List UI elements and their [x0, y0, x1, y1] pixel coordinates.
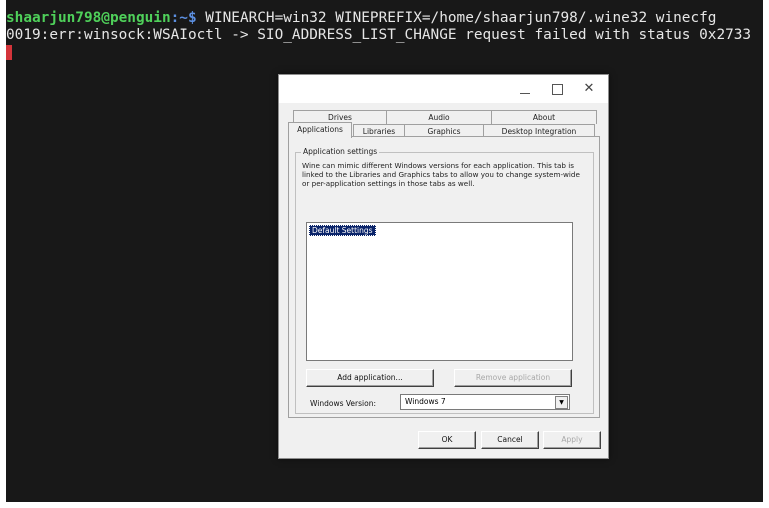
tab-applications-label: Applications	[297, 125, 343, 134]
terminal-command-line: shaarjun798@penguin:~$ WINEARCH=win32 WI…	[6, 9, 716, 27]
minimize-icon	[520, 93, 530, 94]
application-list[interactable]: Default Settings	[306, 222, 573, 361]
tab-about-label: About	[532, 113, 556, 122]
tab-audio-label: Audio	[428, 113, 450, 122]
maximize-button[interactable]	[547, 79, 567, 99]
apply-button[interactable]: Apply	[543, 431, 601, 449]
windows-version-select[interactable]: Windows 7 ▼	[400, 394, 570, 410]
remove-application-button[interactable]: Remove application	[454, 369, 572, 387]
tab-drives-label: Drives	[328, 113, 352, 122]
tab-applications[interactable]: Applications	[288, 122, 352, 138]
terminal-command: WINEARCH=win32 WINEPREFIX=/home/shaarjun…	[196, 10, 717, 26]
windows-version-value: Windows 7	[405, 397, 446, 406]
description-text: Wine can mimic different Windows version…	[302, 161, 580, 188]
close-icon: ✕	[583, 81, 595, 96]
tab-desktop-integration-label: Desktop Integration	[501, 127, 577, 136]
cancel-button[interactable]: Cancel	[481, 431, 539, 449]
maximize-icon	[552, 84, 563, 95]
tab-graphics-label: Graphics	[427, 127, 461, 136]
application-settings-group: Application settings Wine can mimic diff…	[295, 147, 594, 414]
tab-audio[interactable]: Audio	[386, 110, 492, 124]
wine-configuration-dialog: ✕ Drives Audio About Applications Librar…	[278, 74, 609, 459]
tab-about[interactable]: About	[491, 110, 597, 124]
close-button[interactable]: ✕	[579, 79, 599, 99]
chevron-down-icon[interactable]: ▼	[555, 396, 568, 409]
list-item-default-settings[interactable]: Default Settings	[309, 225, 376, 236]
add-application-button[interactable]: Add application...	[306, 369, 434, 387]
dialog-titlebar[interactable]: ✕	[279, 75, 608, 103]
ok-button[interactable]: OK	[418, 431, 476, 449]
minimize-button[interactable]	[515, 79, 535, 99]
prompt-path: :~$	[170, 10, 197, 26]
prompt-user: shaarjun798@penguin	[6, 10, 171, 26]
terminal-output-line: 0019:err:winsock:WSAIoctl -> SIO_ADDRESS…	[6, 27, 752, 43]
applications-tab-panel: Application settings Wine can mimic diff…	[288, 136, 600, 418]
windows-version-label: Windows Version:	[310, 399, 376, 408]
tab-libraries-label: Libraries	[362, 127, 396, 136]
group-title: Application settings	[301, 147, 380, 156]
terminal-cursor	[6, 45, 12, 60]
